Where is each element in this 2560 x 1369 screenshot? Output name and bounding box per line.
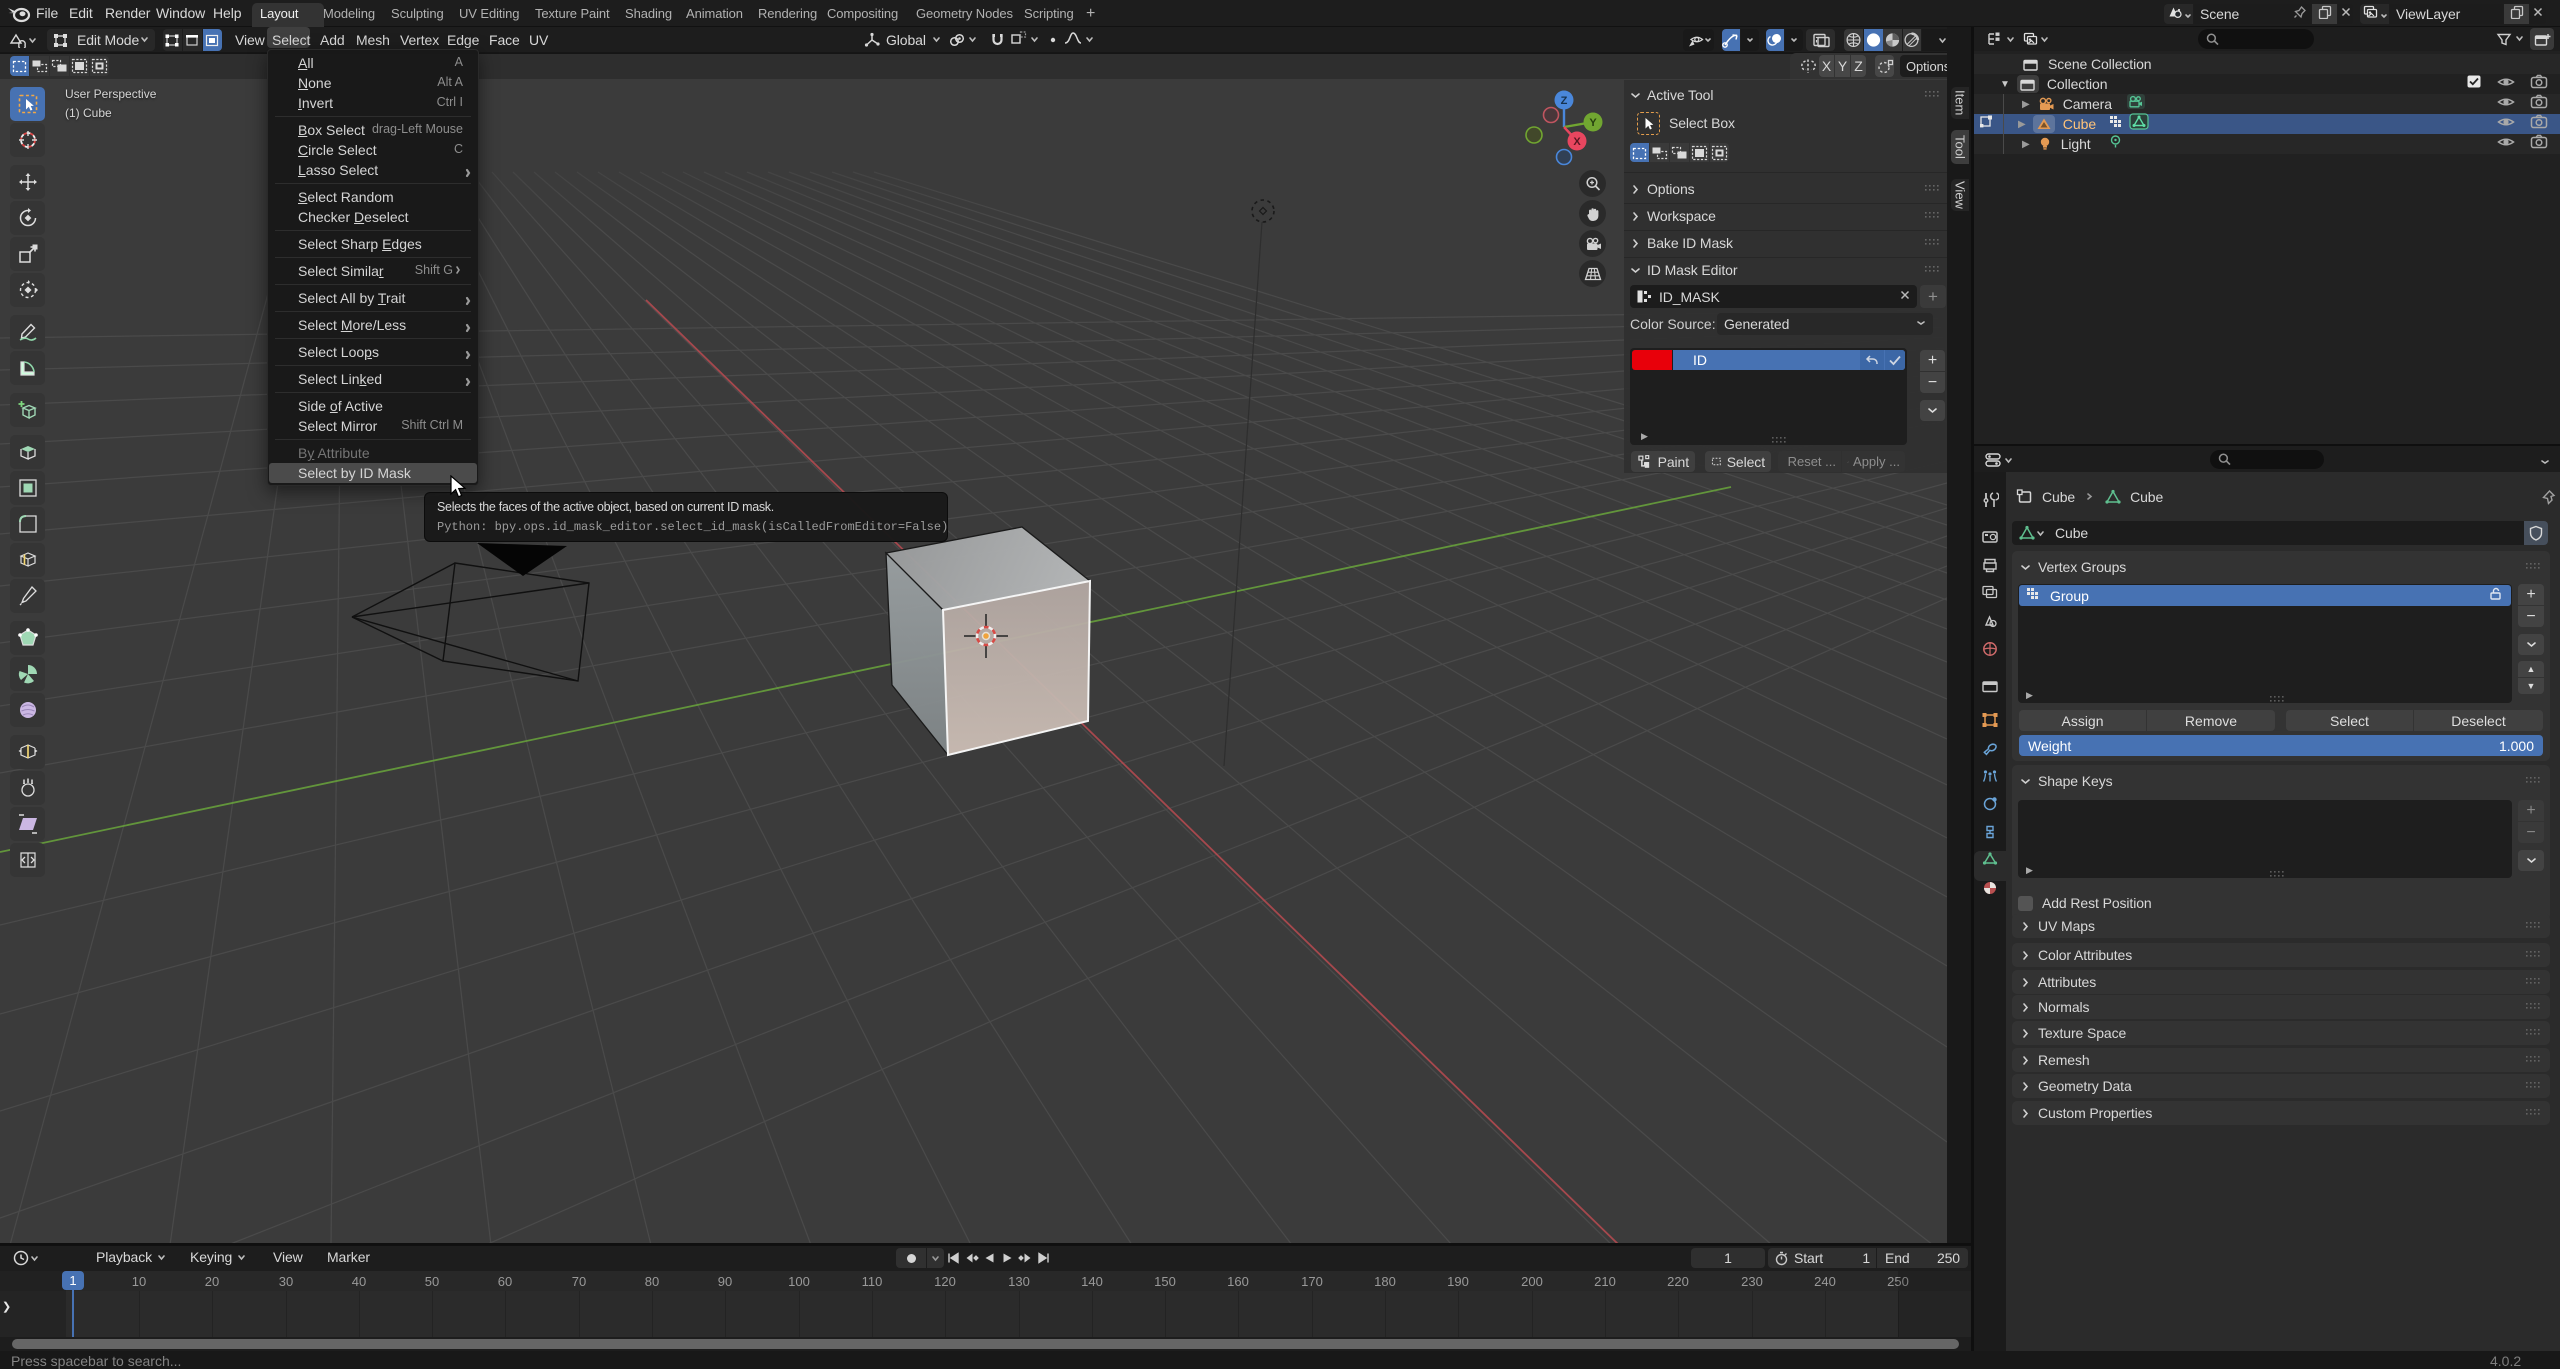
svg-text:Z: Z xyxy=(1561,95,1568,107)
svg-text:Y: Y xyxy=(1589,117,1597,129)
svg-text:X: X xyxy=(1573,136,1581,148)
